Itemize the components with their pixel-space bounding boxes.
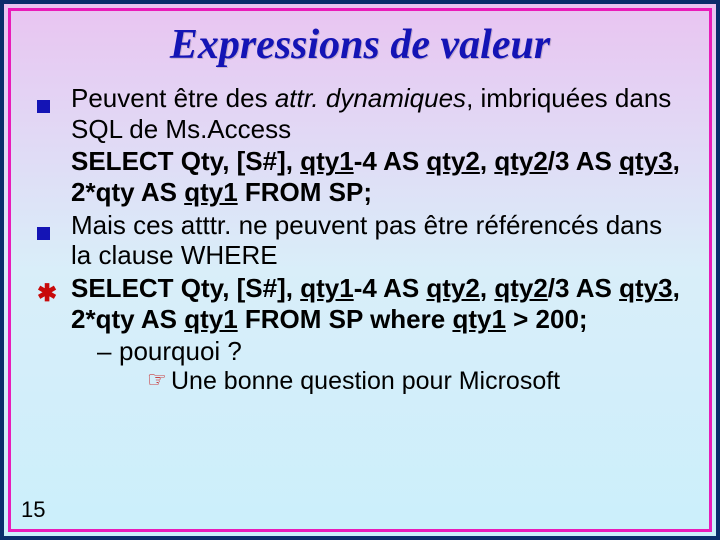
slide-title: Expressions de valeur — [37, 21, 683, 69]
cross-icon: ✱ — [37, 273, 71, 310]
square-bullet-icon — [37, 210, 71, 247]
sub-bullet-1: – pourquoi ? — [97, 336, 683, 367]
sql2-p7: > 200; — [506, 304, 588, 334]
sql2-u4: qty3 — [619, 273, 672, 303]
sql2-u3: qty2 — [494, 273, 547, 303]
sql1-p3: , — [480, 146, 494, 176]
slide-inner: Expressions de valeur Peuvent être des a… — [8, 8, 712, 532]
bullet-1-text: Peuvent être des attr. dynamiques, imbri… — [71, 83, 683, 144]
slide-content: Peuvent être des attr. dynamiques, imbri… — [37, 83, 683, 397]
sql2-u6: qty1 — [452, 304, 505, 334]
sql1-u4: qty3 — [619, 146, 672, 176]
sql2-p1: SELECT Qty, [S#], — [71, 273, 300, 303]
sql2-p3: , — [480, 273, 494, 303]
sql-1: SELECT Qty, [S#], qty1-4 AS qty2, qty2/3… — [37, 146, 683, 207]
sql-2-text: SELECT Qty, [S#], qty1-4 AS qty2, qty2/3… — [71, 273, 683, 334]
bullet-1: Peuvent être des attr. dynamiques, imbri… — [37, 83, 683, 144]
sql1-p4: /3 AS — [548, 146, 619, 176]
sql2-u5: qty1 — [184, 304, 237, 334]
sql1-u3: qty2 — [494, 146, 547, 176]
sql2-p4: /3 AS — [548, 273, 619, 303]
bullet-2-text: Mais ces atttr. ne peuvent pas être réfé… — [71, 210, 683, 271]
sql2-u2: qty2 — [426, 273, 479, 303]
sql2-p6: FROM SP where — [238, 304, 453, 334]
sql-1-text: SELECT Qty, [S#], qty1-4 AS qty2, qty2/3… — [71, 146, 683, 207]
sub-bullet-1-text: pourquoi ? — [119, 336, 242, 367]
sql1-p1: SELECT Qty, [S#], — [71, 146, 300, 176]
sql1-u1: qty1 — [300, 146, 353, 176]
page-number: 15 — [21, 497, 45, 523]
sub-bullet-2: ☞ Une bonne question pour Microsoft — [147, 367, 683, 397]
pointer-icon: ☞ — [147, 367, 171, 393]
sql1-p6: FROM SP; — [238, 177, 372, 207]
sql2-p2: -4 AS — [354, 273, 427, 303]
dash-icon: – — [97, 336, 119, 367]
sql1-p2: -4 AS — [354, 146, 427, 176]
slide: Expressions de valeur Peuvent être des a… — [0, 0, 720, 540]
bullet-1-pre: Peuvent être des — [71, 83, 275, 113]
square-bullet-icon — [37, 83, 71, 120]
sql1-u5: qty1 — [184, 177, 237, 207]
sub-bullet-2-text: Une bonne question pour Microsoft — [171, 367, 560, 397]
sql1-u2: qty2 — [426, 146, 479, 176]
empty-bullet — [37, 146, 71, 152]
bullet-2: Mais ces atttr. ne peuvent pas être réfé… — [37, 210, 683, 271]
sql2-u1: qty1 — [300, 273, 353, 303]
bullet-1-dyn: attr. dynamiques — [275, 83, 466, 113]
sql-2: ✱ SELECT Qty, [S#], qty1-4 AS qty2, qty2… — [37, 273, 683, 334]
